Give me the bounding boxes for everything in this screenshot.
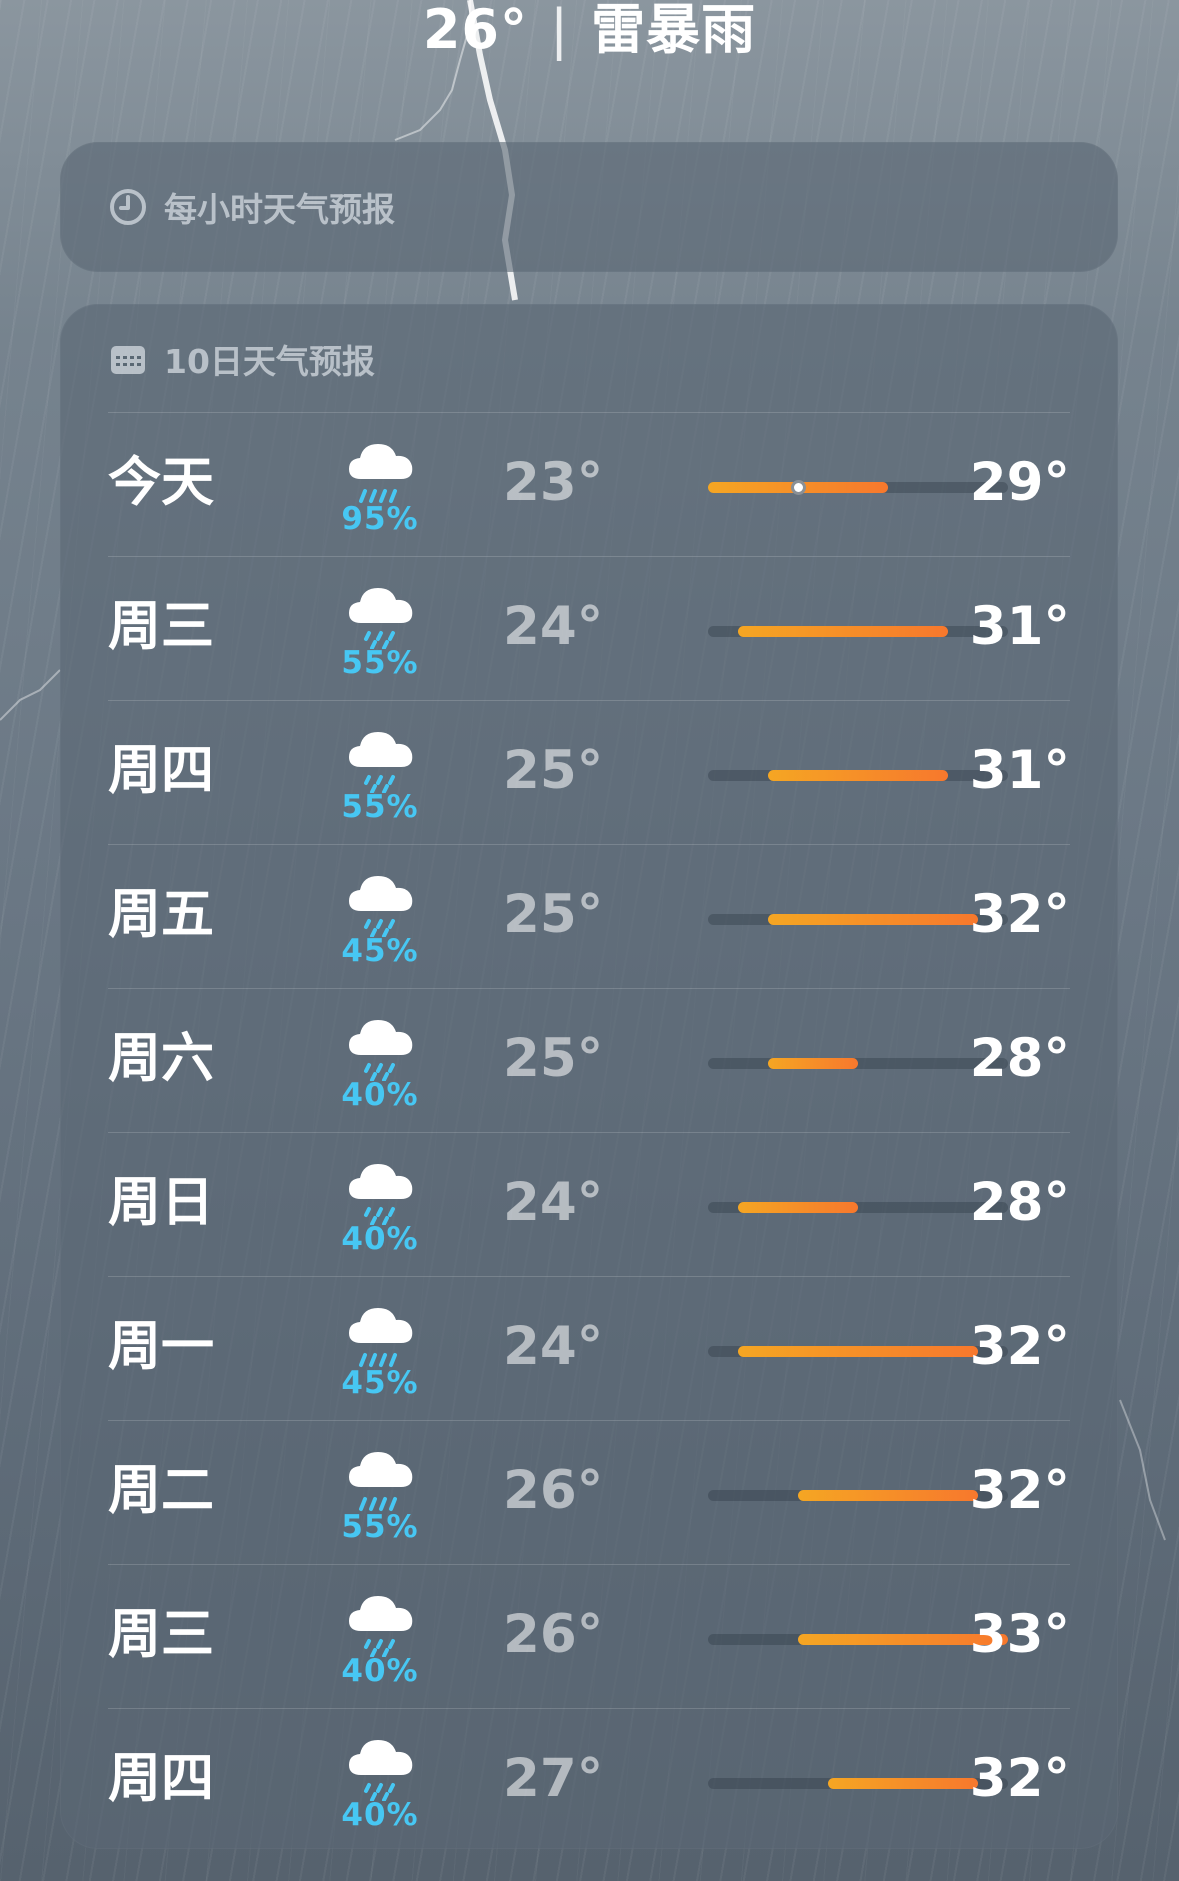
clock-icon — [110, 189, 146, 225]
low-temperature: 24° — [503, 1316, 604, 1377]
cloud-rain-icon — [349, 588, 413, 649]
cloud-rain-icon — [349, 1164, 413, 1225]
day-label: 周四 — [108, 1748, 214, 1809]
cloud-rain-icon — [349, 1740, 413, 1801]
day-label: 周一 — [108, 1316, 214, 1377]
precipitation-chance: 55% — [341, 789, 419, 825]
ten-day-forecast-title: 10日天气预报 — [164, 342, 375, 381]
low-temperature: 26° — [503, 1604, 604, 1665]
cloud-rain-icon — [349, 1596, 413, 1657]
hourly-forecast-header: 每小时天气预报 — [108, 142, 395, 272]
forecast-day-row[interactable]: 周六 40% 25° 28° — [108, 988, 1070, 1132]
forecast-day-row[interactable]: 周五 45% 25° 32° — [108, 844, 1070, 988]
low-temperature: 25° — [503, 740, 604, 801]
ten-day-forecast-card[interactable]: 10日天气预报 今天 95% 23° 29° 周三 55% 24° 31° 周四 55% 25° 31… — [60, 304, 1118, 1849]
high-temperature: 28° — [969, 1172, 1070, 1233]
cloud-rain-heavy-icon — [349, 1308, 413, 1367]
low-temperature: 24° — [503, 1172, 604, 1233]
hourly-forecast-card[interactable]: 每小时天气预报 — [60, 142, 1118, 272]
high-temperature: 28° — [969, 1028, 1070, 1089]
high-temperature: 32° — [969, 1316, 1070, 1377]
cloud-rain-icon — [349, 876, 413, 937]
day-label: 周日 — [108, 1172, 214, 1233]
forecast-day-row[interactable]: 周三 40% 26° 33° — [108, 1564, 1070, 1708]
low-temperature: 23° — [503, 452, 604, 513]
forecast-day-row[interactable]: 周四 55% 25° 31° — [108, 700, 1070, 844]
day-label: 周二 — [108, 1460, 214, 1521]
forecast-day-row[interactable]: 今天 95% 23° 29° — [108, 412, 1070, 556]
forecast-day-row[interactable]: 周一 45% 24° 32° — [108, 1276, 1070, 1420]
low-temperature: 25° — [503, 1028, 604, 1089]
header-separator: | — [549, 0, 570, 61]
hourly-forecast-title: 每小时天气预报 — [164, 190, 395, 229]
temperature-range-fill — [768, 1058, 858, 1069]
cloud-rain-icon — [349, 732, 413, 793]
day-label: 周四 — [108, 740, 214, 801]
cloud-rain-icon — [349, 1020, 413, 1081]
precipitation-chance: 45% — [341, 1365, 419, 1401]
low-temperature: 25° — [503, 884, 604, 945]
temperature-range-fill — [768, 770, 948, 781]
temperature-range-fill — [738, 1202, 858, 1213]
day-label: 今天 — [108, 452, 214, 513]
high-temperature: 32° — [969, 1460, 1070, 1521]
forecast-day-row[interactable]: 周日 40% 24° 28° — [108, 1132, 1070, 1276]
precipitation-chance: 40% — [341, 1653, 419, 1689]
precipitation-chance: 45% — [341, 933, 419, 969]
precipitation-chance: 40% — [341, 1077, 419, 1113]
forecast-day-row[interactable]: 周四 40% 27° 32° — [108, 1708, 1070, 1852]
calendar-icon — [111, 346, 145, 374]
temperature-range-fill — [738, 626, 948, 637]
high-temperature: 33° — [969, 1604, 1070, 1665]
high-temperature: 32° — [969, 1748, 1070, 1809]
precipitation-chance: 55% — [341, 1509, 419, 1545]
high-temperature: 31° — [969, 596, 1070, 657]
forecast-rows: 今天 95% 23° 29° 周三 55% 24° 31° 周四 55% 25° 31° 周五 45% 25… — [108, 412, 1070, 1852]
current-weather-header: 26° | 雷暴雨 — [0, 0, 1179, 70]
current-condition: 雷暴雨 — [591, 0, 757, 61]
forecast-day-row[interactable]: 周三 55% 24° 31° — [108, 556, 1070, 700]
forecast-day-row[interactable]: 周二 55% 26° 32° — [108, 1420, 1070, 1564]
day-label: 周三 — [108, 1604, 214, 1665]
cloud-rain-heavy-icon — [349, 1452, 413, 1511]
current-temperature-marker — [791, 480, 806, 495]
high-temperature: 31° — [969, 740, 1070, 801]
low-temperature: 26° — [503, 1460, 604, 1521]
precipitation-chance: 40% — [341, 1797, 419, 1833]
ten-day-forecast-header: 10日天气预报 — [108, 304, 375, 414]
cloud-rain-heavy-icon — [349, 444, 413, 503]
high-temperature: 29° — [969, 452, 1070, 513]
high-temperature: 32° — [969, 884, 1070, 945]
current-temperature: 26° — [422, 0, 528, 61]
day-label: 周五 — [108, 884, 214, 945]
precipitation-chance: 95% — [341, 501, 419, 537]
day-label: 周三 — [108, 596, 214, 657]
low-temperature: 24° — [503, 596, 604, 657]
precipitation-chance: 55% — [341, 645, 419, 681]
day-label: 周六 — [108, 1028, 214, 1089]
low-temperature: 27° — [503, 1748, 604, 1809]
precipitation-chance: 40% — [341, 1221, 419, 1257]
